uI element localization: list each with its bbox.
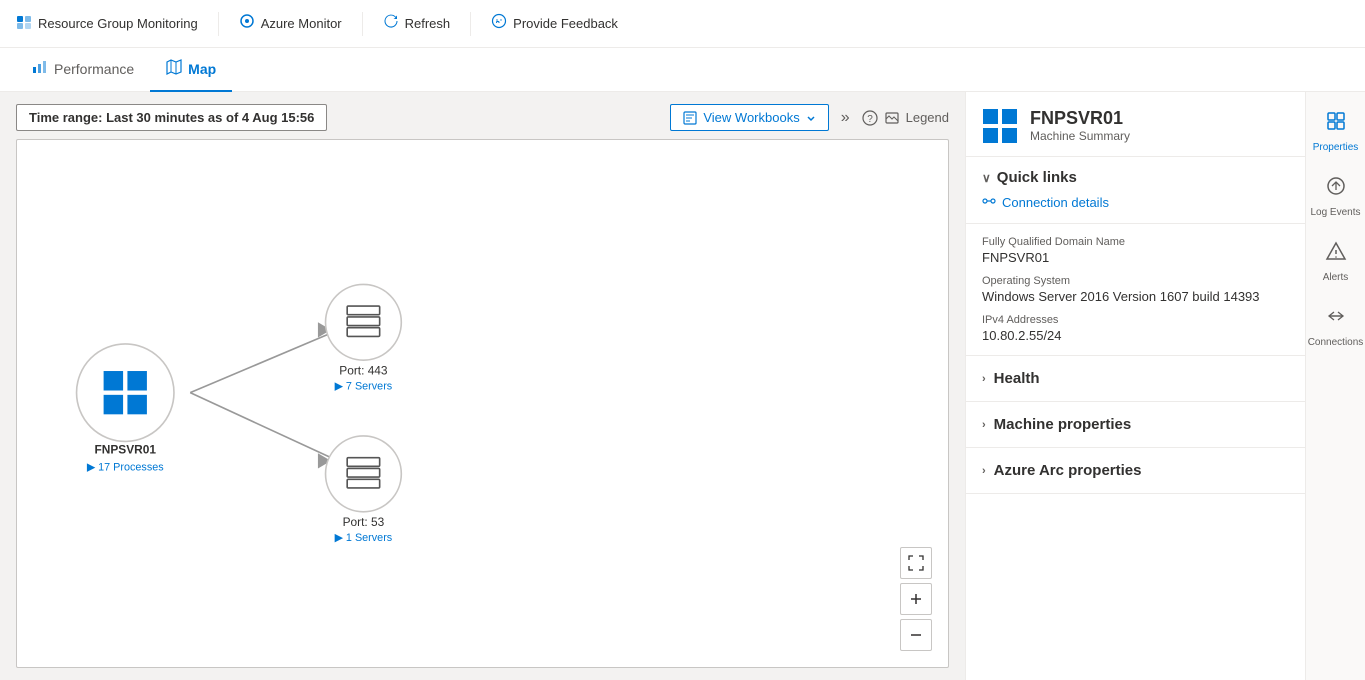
center-panel: Time range: Last 30 minutes as of 4 Aug … xyxy=(0,92,965,680)
resource-group-label: Resource Group Monitoring xyxy=(38,16,198,31)
ipv4-label: IPv4 Addresses xyxy=(982,314,1289,326)
resource-group-link[interactable]: Resource Group Monitoring xyxy=(16,13,198,34)
icon-panel: Properties Log Events Alerts Connections xyxy=(1305,92,1365,680)
map-svg: FNPSVR01 ▶ 17 Processes Port: 443 ▶ 7 Se… xyxy=(17,140,948,667)
map-tab-label: Map xyxy=(188,61,216,77)
health-chevron-icon: › xyxy=(982,373,986,385)
tab-performance[interactable]: Performance xyxy=(16,48,150,92)
refresh-label: Refresh xyxy=(405,16,451,31)
fqdn-value: FNPSVR01 xyxy=(982,250,1289,265)
alerts-panel-item[interactable]: Alerts xyxy=(1306,230,1365,293)
log-events-panel-item[interactable]: Log Events xyxy=(1306,165,1365,228)
log-events-panel-label: Log Events xyxy=(1310,207,1360,218)
quick-links-title: Quick links xyxy=(997,169,1077,186)
alerts-icon xyxy=(1325,240,1347,268)
properties-icon xyxy=(1325,110,1347,138)
resource-group-icon xyxy=(16,13,32,34)
azure-monitor-label: Azure Monitor xyxy=(261,16,342,31)
performance-tab-label: Performance xyxy=(54,61,134,77)
azure-arc-header[interactable]: › Azure Arc properties xyxy=(966,448,1305,493)
legend-area: ? Legend xyxy=(862,110,949,126)
server-processes-label: ▶ 17 Processes xyxy=(87,462,164,474)
connections-panel-label: Connections xyxy=(1308,337,1364,348)
svg-text:?: ? xyxy=(867,114,873,125)
toolbar-right: View Workbooks » ? Legend xyxy=(670,104,949,131)
main-content: Time range: Last 30 minutes as of 4 Aug … xyxy=(0,92,1365,680)
top-bar: Resource Group Monitoring Azure Monitor … xyxy=(0,0,1365,48)
view-workbooks-button[interactable]: View Workbooks xyxy=(670,104,828,131)
refresh-icon xyxy=(383,13,399,34)
quick-links-header[interactable]: ∨ Quick links xyxy=(966,157,1305,194)
windows-logo-icon xyxy=(982,108,1018,144)
workbooks-chevron-icon xyxy=(806,113,816,123)
connection-details-label: Connection details xyxy=(1002,195,1109,210)
quick-links-content: Connection details xyxy=(966,194,1305,224)
azure-arc-section: › Azure Arc properties xyxy=(966,448,1305,494)
tab-map[interactable]: Map xyxy=(150,48,232,92)
refresh-link[interactable]: Refresh xyxy=(383,13,451,34)
feedback-icon xyxy=(491,13,507,34)
connection-icon xyxy=(982,194,996,211)
feedback-label: Provide Feedback xyxy=(513,16,618,31)
ipv4-value: 10.80.2.55/24 xyxy=(982,328,1289,343)
zoom-out-button[interactable] xyxy=(900,619,932,651)
divider-1 xyxy=(218,12,219,36)
feedback-link[interactable]: Provide Feedback xyxy=(491,13,618,34)
time-range-value: Last 30 minutes as of 4 Aug 15:56 xyxy=(106,110,314,125)
svg-text:Port: 443: Port: 443 xyxy=(339,363,388,377)
toolbar-row: Time range: Last 30 minutes as of 4 Aug … xyxy=(16,104,949,131)
legend-label: Legend xyxy=(906,110,949,125)
azure-arc-chevron-icon: › xyxy=(982,465,986,477)
view-workbooks-label: View Workbooks xyxy=(703,110,799,125)
connection-details-link[interactable]: Connection details xyxy=(982,194,1289,211)
server-name-label: FNPSVR01 xyxy=(95,442,157,456)
tab-bar: Performance Map xyxy=(0,48,1365,92)
fqdn-label: Fully Qualified Domain Name xyxy=(982,236,1289,248)
azure-monitor-icon xyxy=(239,13,255,34)
health-label: Health xyxy=(994,370,1040,387)
map-tab-icon xyxy=(166,59,182,79)
svg-text:▶ 1 Servers: ▶ 1 Servers xyxy=(335,532,393,544)
svg-text:Port: 53: Port: 53 xyxy=(343,515,385,529)
divider-3 xyxy=(470,12,471,36)
detail-panel: FNPSVR01 Machine Summary ∨ Quick links C… xyxy=(965,92,1305,680)
quick-links-chevron: ∨ xyxy=(982,171,991,185)
azure-arc-label: Azure Arc properties xyxy=(994,462,1142,479)
health-section: › Health xyxy=(966,356,1305,402)
connections-icon xyxy=(1325,305,1347,333)
connections-panel-item[interactable]: Connections xyxy=(1306,295,1365,358)
zoom-in-button[interactable] xyxy=(900,583,932,615)
map-canvas: FNPSVR01 ▶ 17 Processes Port: 443 ▶ 7 Se… xyxy=(16,139,949,668)
log-events-icon xyxy=(1325,175,1347,203)
alerts-panel-label: Alerts xyxy=(1323,272,1349,283)
os-label: Operating System xyxy=(982,275,1289,287)
machine-info: FNPSVR01 Machine Summary xyxy=(1030,108,1130,143)
expand-button[interactable]: » xyxy=(837,109,854,127)
time-range-prefix: Time range: xyxy=(29,110,106,125)
legend-help-icon: ? xyxy=(862,110,878,126)
machine-properties-label: Machine properties xyxy=(994,416,1132,433)
performance-tab-icon xyxy=(32,59,48,79)
azure-monitor-link[interactable]: Azure Monitor xyxy=(239,13,342,34)
properties-panel-label: Properties xyxy=(1313,142,1359,153)
fit-to-screen-button[interactable] xyxy=(900,547,932,579)
machine-subtitle: Machine Summary xyxy=(1030,129,1130,143)
svg-text:▶ 7 Servers: ▶ 7 Servers xyxy=(335,380,393,392)
time-range-button[interactable]: Time range: Last 30 minutes as of 4 Aug … xyxy=(16,104,327,131)
machine-properties-section: › Machine properties xyxy=(966,402,1305,448)
health-header[interactable]: › Health xyxy=(966,356,1305,401)
workbooks-icon xyxy=(683,111,697,125)
machine-title: FNPSVR01 xyxy=(1030,108,1130,129)
machine-header: FNPSVR01 Machine Summary xyxy=(966,92,1305,157)
map-controls xyxy=(900,547,932,651)
properties-panel-item[interactable]: Properties xyxy=(1306,100,1365,163)
machine-properties-header[interactable]: › Machine properties xyxy=(966,402,1305,447)
detail-info: Fully Qualified Domain Name FNPSVR01 Ope… xyxy=(966,224,1305,356)
legend-image-icon xyxy=(884,110,900,126)
divider-2 xyxy=(362,12,363,36)
os-value: Windows Server 2016 Version 1607 build 1… xyxy=(982,289,1289,304)
machine-properties-chevron-icon: › xyxy=(982,419,986,431)
